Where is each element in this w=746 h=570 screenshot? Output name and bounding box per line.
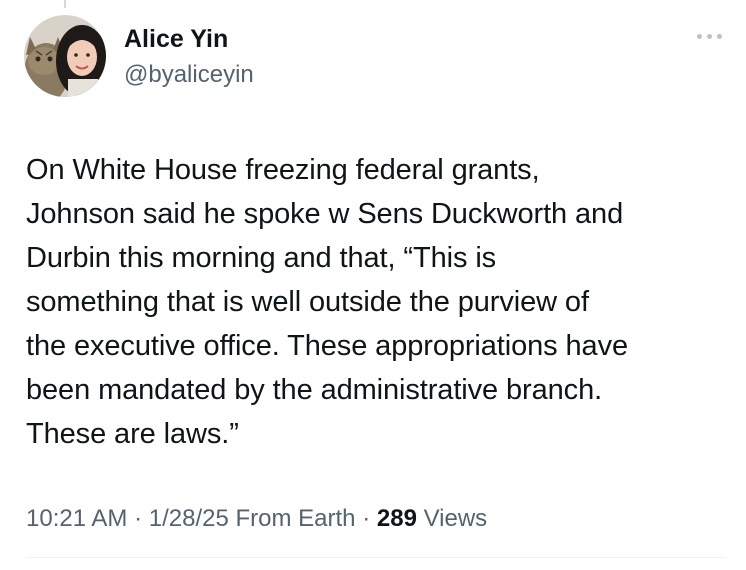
- meta-separator: ·: [134, 505, 143, 532]
- more-horizontal-icon[interactable]: [693, 30, 726, 43]
- tweet-meta: 10:21 AM · 1/28/25 From Earth · 289 View…: [26, 503, 487, 535]
- tweet-text: On White House freezing federal grants, …: [26, 154, 629, 450]
- author-name[interactable]: Alice Yin: [124, 24, 228, 54]
- more-dot: [717, 34, 722, 39]
- views-count[interactable]: 289: [377, 505, 417, 532]
- thread-connector-line: [64, 0, 66, 8]
- tweet-source: From Earth: [235, 505, 356, 532]
- avatar-image: [24, 15, 106, 97]
- avatar[interactable]: [24, 15, 106, 97]
- more-dot: [707, 34, 712, 39]
- views-label[interactable]: Views: [424, 505, 488, 532]
- tweet-date[interactable]: 1/28/25: [149, 505, 229, 532]
- tweet-time[interactable]: 10:21 AM: [26, 505, 127, 532]
- divider: [26, 557, 726, 558]
- author-handle[interactable]: @byaliceyin: [124, 60, 254, 90]
- meta-separator: ·: [362, 505, 371, 532]
- more-dot: [697, 34, 702, 39]
